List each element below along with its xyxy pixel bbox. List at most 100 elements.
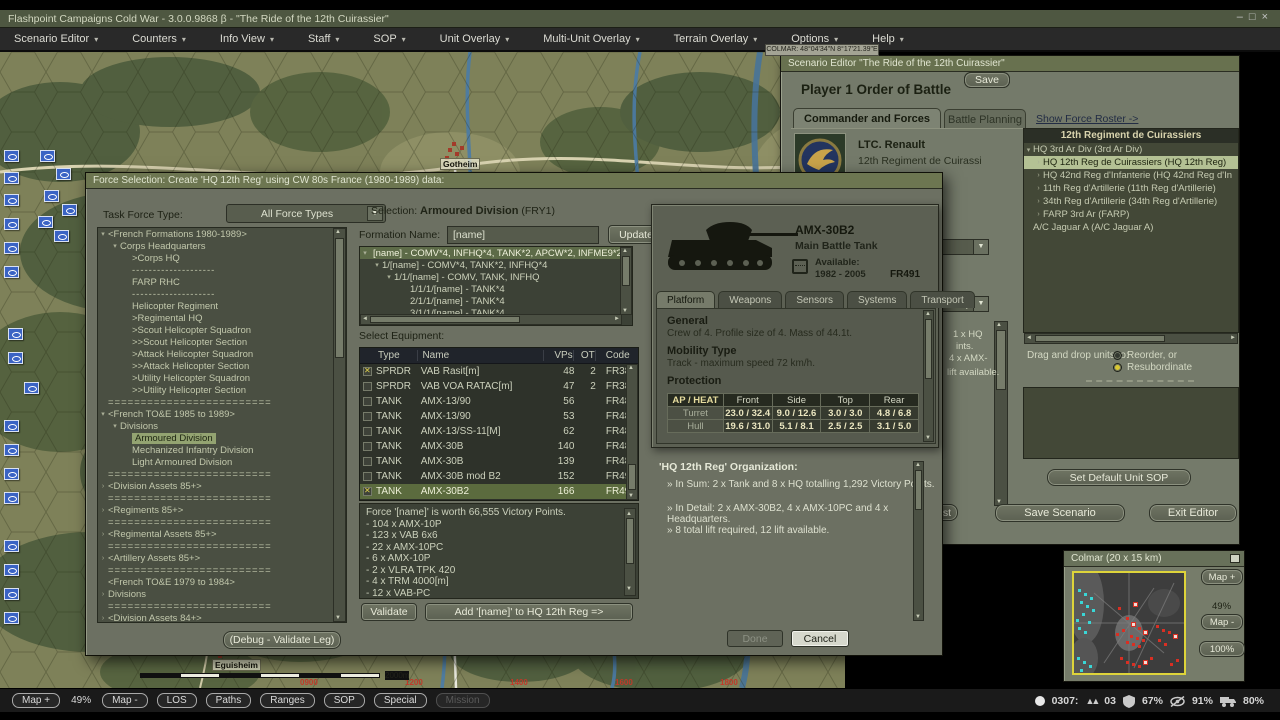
tree-expand-icon[interactable]: › [1034,159,1043,166]
unit-counter[interactable] [24,382,39,394]
structure-tree-item[interactable]: ▾ 1/[name] - COMV*4, TANK*2, INFHQ*4 [360,259,632,271]
validate-button[interactable]: Validate [361,603,417,621]
structure-tree-item[interactable]: 2/1/1/[name] - TANK*4 [360,295,632,307]
unit-counter[interactable] [4,150,19,162]
tree-item[interactable]: -------------------- [98,264,346,276]
tree-expand-icon[interactable]: › [98,591,108,598]
save-scenario-button[interactable]: Save Scenario [995,504,1125,522]
tree-item[interactable]: Mechanized Infantry Division [98,444,346,456]
resubordinate-radio[interactable] [1113,363,1122,372]
tree-expand-icon[interactable]: › [98,483,108,490]
minimap-zoom-out-button[interactable]: Map - [1201,614,1243,630]
chevron-down-icon[interactable]: ▼ [973,297,988,311]
equipment-checkbox[interactable] [363,412,372,421]
tree-item[interactable]: -------------------- [98,288,346,300]
tree-expand-icon[interactable]: › [1034,172,1043,179]
unit-counter[interactable] [4,540,19,552]
task-force-type-dropdown[interactable]: All Force Types ▼ [226,204,386,223]
commander-action-button[interactable]: Save [964,72,1010,88]
tree-expand-icon[interactable]: › [98,555,108,562]
equipment-row[interactable]: TANK AMX-30B2 166 FR491 [360,484,638,499]
toolbar-button[interactable]: 49% [69,693,93,708]
structure-tree-item[interactable]: ▾ 1/1/[name] - COMV, TANK, INFHQ [360,271,632,283]
col-name[interactable]: Name [418,350,544,361]
minimap-zoom-in-button[interactable]: Map + [1201,569,1243,585]
toolbar-button[interactable]: Ranges [260,693,314,708]
tree-item[interactable]: ▾ Divisions [98,420,346,432]
tree-item[interactable]: >Corps HQ [98,252,346,264]
tree-item[interactable]: FARP RHC [98,276,346,288]
unit-counter[interactable] [38,216,53,228]
menu-item[interactable]: Scenario Editor [14,33,98,45]
equipment-checkbox[interactable] [363,457,372,466]
oob-tree-item[interactable]: › 11th Reg d'Artillerie (11th Reg d'Arti… [1024,182,1238,195]
toolbar-button[interactable]: SOP [324,693,365,708]
equipment-row[interactable]: TANK AMX-13/90 56 FR483 [360,394,638,409]
oob-tree-item[interactable]: › FARP 3rd Ar (FARP) [1024,208,1238,221]
tree-expand-icon[interactable]: › [1034,211,1043,218]
col-vps[interactable]: VPs [544,350,573,361]
minimap-full-zoom-button[interactable]: 100% [1199,641,1245,657]
toolbar-button[interactable]: Map + [12,693,60,708]
tree-item[interactable]: › Divisions [98,588,346,600]
debug-validate-leg-button[interactable]: (Debug - Validate Leg) [223,631,341,649]
tree-item[interactable]: › <Regiments 85+> [98,504,346,516]
tree-item[interactable]: ========================= [98,396,346,408]
tree-item[interactable]: >>Scout Helicopter Section [98,336,346,348]
unit-counter[interactable] [40,150,55,162]
tree-item[interactable]: >Scout Helicopter Squadron [98,324,346,336]
tree-item[interactable]: ▾ <French TO&E 1985 to 1989> [98,408,346,420]
tree-expand-icon[interactable]: › [98,531,108,538]
tab-battle-planning[interactable]: Battle Planning [944,109,1026,129]
equipment-checkbox[interactable] [363,397,372,406]
oob-horizontal-scrollbar[interactable] [1024,333,1238,344]
unit-card-tab[interactable]: Weapons [718,291,782,308]
tree-item[interactable]: › <Division Assets 85+> [98,480,346,492]
toolbar-button[interactable]: Special [374,693,427,708]
oob-tree-item[interactable]: › HQ 12th Reg de Cuirassiers (HQ 12th Re… [1024,156,1238,169]
tree-expand-icon[interactable]: ▾ [372,261,382,269]
tree-expand-icon[interactable]: › [1034,198,1043,205]
formation-name-input[interactable]: [name] [447,226,599,244]
equipment-row[interactable]: TANK AMX-13/SS-11[M] 62 FR485 [360,424,638,439]
tree-item[interactable]: ========================= [98,600,346,612]
unit-counter[interactable] [4,172,19,184]
oob-tree-item[interactable]: ▾ HQ 3rd Ar Div (3rd Ar Div) [1024,143,1238,156]
tree-item[interactable]: >>Utility Helicopter Section [98,384,346,396]
tree-expand-icon[interactable]: › [1034,185,1043,192]
tree-item[interactable]: Helicopter Regiment [98,300,346,312]
tree-item[interactable]: <French TO&E 1979 to 1984> [98,576,346,588]
tree-expand-icon[interactable]: ▾ [1024,146,1033,154]
equipment-row[interactable]: TANK AMX-30B mod B2 152 FR490 [360,469,638,484]
equipment-checkbox[interactable] [363,367,372,376]
equipment-checkbox[interactable] [363,487,372,496]
show-force-roster-link[interactable]: Show Force Roster -> [1036,113,1138,125]
reorder-radio[interactable] [1113,351,1122,360]
toolbar-button[interactable]: Paths [206,693,252,708]
tree-item[interactable]: Armoured Division [98,432,346,444]
tree-item[interactable]: ========================= [98,540,346,552]
tree-item[interactable]: >>Attack Helicopter Section [98,360,346,372]
tree-item[interactable]: › <Division Assets 84+> [98,612,346,623]
structure-horizontal-scrollbar[interactable] [360,314,622,325]
tree-expand-icon[interactable]: ▾ [98,410,108,418]
tree-item[interactable]: ========================= [98,492,346,504]
equipment-row[interactable]: SPRDR VAB VOA RATAC[m] 47 2 FR388 [360,379,638,394]
set-default-unit-sop-button[interactable]: Set Default Unit SOP [1047,469,1191,486]
unit-card-tab[interactable]: Systems [847,291,907,308]
unit-counter[interactable] [4,218,19,230]
tree-item[interactable]: ========================= [98,516,346,528]
tree-item[interactable]: › <Artillery Assets 85+> [98,552,346,564]
tree-item[interactable]: >Utility Helicopter Squadron [98,372,346,384]
structure-scrollbar[interactable] [620,247,632,315]
tree-item[interactable]: ▾ <French Formations 1980-1989> [98,228,346,240]
tree-expand-icon[interactable]: › [98,615,108,622]
add-formation-button[interactable]: Add '[name]' to HQ 12th Reg => [425,603,633,621]
equipment-checkbox[interactable] [363,427,372,436]
popout-icon[interactable] [1230,554,1240,563]
tree-item[interactable]: >Attack Helicopter Squadron [98,348,346,360]
tree-item[interactable]: › <Regimental Assets 85+> [98,528,346,540]
unit-counter[interactable] [62,204,77,216]
col-code[interactable]: Code [596,350,638,361]
tree-expand-icon[interactable]: › [98,507,108,514]
